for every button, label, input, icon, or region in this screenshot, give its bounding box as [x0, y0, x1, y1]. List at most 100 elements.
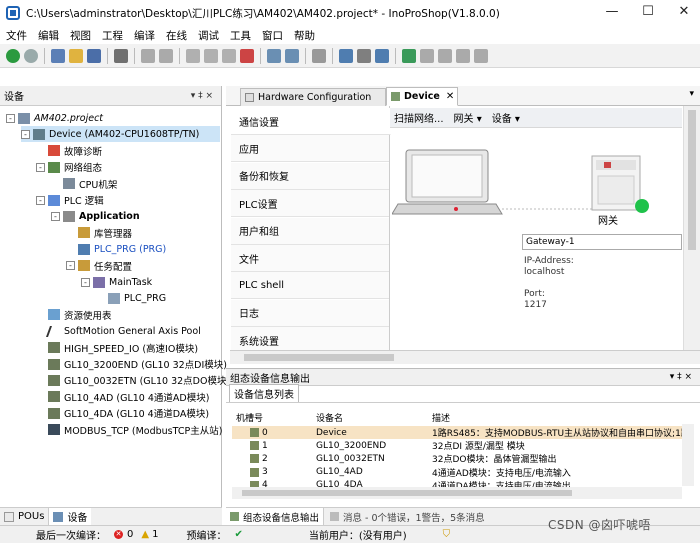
collapse-toggle[interactable]: -	[36, 162, 45, 172]
undo-icon[interactable]	[141, 48, 155, 63]
menu-view[interactable]: 视图	[70, 28, 91, 43]
collapse-toggle[interactable]: -	[81, 277, 90, 287]
redo-icon[interactable]	[159, 48, 173, 63]
replace-icon[interactable]	[285, 48, 299, 63]
tree-node[interactable]: SoftMotion General Axis Pool	[36, 323, 201, 339]
tree-node[interactable]: GL10_0032ETN (GL10 32点DO模块)	[36, 372, 230, 388]
menu-debug[interactable]: 调试	[198, 28, 219, 43]
collapse-toggle[interactable]: -	[6, 113, 15, 123]
tree-node[interactable]: - 任务配置	[66, 258, 132, 274]
subtab-device-info-list[interactable]: 设备信息列表	[229, 384, 299, 402]
tree-node[interactable]: - Device (AM402-CPU1608TP/TN)	[21, 126, 220, 143]
build-icon[interactable]	[339, 48, 353, 63]
back-icon[interactable]	[6, 48, 20, 63]
insert-icon[interactable]	[357, 48, 371, 63]
minimize-button[interactable]: —	[602, 4, 622, 19]
tree-node[interactable]: MODBUS_TCP (ModbusTCP主从站)	[36, 422, 222, 438]
menu-window[interactable]: 窗口	[262, 28, 283, 43]
device-settings-tab[interactable]: PLC设置	[231, 190, 389, 218]
open-icon[interactable]	[69, 48, 83, 63]
menu-project[interactable]: 工程	[102, 28, 123, 43]
hscroll-thumb[interactable]	[244, 354, 394, 361]
tree-node[interactable]: HIGH_SPEED_IO (高速IO模块)	[36, 340, 198, 356]
device-settings-tab[interactable]: PLC shell	[231, 272, 389, 300]
output-scrollbar[interactable]	[682, 424, 694, 486]
login-icon[interactable]	[402, 48, 416, 63]
table-row[interactable]: 3 GL10_4AD 4通道AD模块：支持电压/电流输入	[232, 466, 682, 479]
editor-hscrollbar[interactable]	[230, 350, 700, 364]
tab-device-output[interactable]: 组态设备信息输出	[226, 508, 325, 525]
tree-node[interactable]: 故障诊断	[36, 143, 102, 159]
output-panel-controls[interactable]: ▾ ‡ ×	[670, 372, 692, 382]
forward-icon[interactable]	[24, 48, 38, 63]
col-slot[interactable]: 机槽号	[236, 411, 263, 424]
tab-list-chevron-icon[interactable]: ▾	[689, 89, 694, 99]
tree-node[interactable]: - AM402.project	[6, 110, 103, 126]
menu-edit[interactable]: 编辑	[38, 28, 59, 43]
save-icon[interactable]	[87, 48, 101, 63]
tab-hardware-configuration[interactable]: Hardware Configuration	[240, 88, 386, 106]
tree-node[interactable]: PLC_PRG (PRG)	[66, 241, 166, 257]
copy-icon[interactable]	[204, 48, 218, 63]
delete-icon[interactable]	[240, 48, 254, 63]
logout-icon[interactable]	[420, 48, 434, 63]
gateway-menu[interactable]: 网关 ▾	[454, 110, 482, 125]
tree-node[interactable]: CPU机架	[51, 176, 117, 192]
gateway-select[interactable]: Gateway-1	[522, 234, 682, 250]
tab-devices[interactable]: 设备	[49, 508, 92, 525]
collapse-toggle[interactable]: -	[51, 211, 60, 221]
close-tab-icon[interactable]: ✕	[446, 91, 454, 102]
col-description[interactable]: 描述	[432, 411, 450, 424]
scroll-thumb[interactable]	[688, 110, 696, 250]
table-row[interactable]: 0 Device 1路RS485：支持MODBUS-RTU主从站协议和自由串口协议;…	[232, 426, 682, 439]
tree-node[interactable]: PLC_PRG	[96, 290, 166, 306]
stop-icon[interactable]	[456, 48, 470, 63]
device-settings-tab[interactable]: 通信设置	[231, 108, 391, 135]
device-settings-tab[interactable]: 备份和恢复	[231, 162, 389, 190]
output-hscrollbar[interactable]	[232, 487, 682, 499]
editor-scrollbar[interactable]	[683, 106, 700, 350]
tree-node[interactable]: - Application	[51, 208, 140, 224]
tree-node[interactable]: - PLC 逻辑	[36, 192, 104, 208]
tree-node[interactable]: GL10_3200END (GL10 32点DI模块)	[36, 356, 227, 372]
new-icon[interactable]	[51, 48, 65, 63]
collapse-toggle[interactable]: -	[36, 195, 45, 205]
collapse-toggle[interactable]: -	[66, 261, 75, 271]
menu-build[interactable]: 编译	[134, 28, 155, 43]
download-icon[interactable]	[375, 48, 389, 63]
device-settings-tab[interactable]: 文件	[231, 245, 389, 272]
device-settings-tab[interactable]: 应用	[231, 135, 389, 163]
device-menu[interactable]: 设备 ▾	[492, 110, 520, 125]
table-row[interactable]: 2 GL10_0032ETN 32点DO模块：晶体管漏型输出	[232, 452, 682, 465]
tab-device[interactable]: Device ✕	[386, 87, 458, 106]
collapse-toggle[interactable]: -	[21, 129, 30, 139]
paste-icon[interactable]	[222, 48, 236, 63]
run-icon[interactable]	[438, 48, 452, 63]
reset-icon[interactable]	[474, 48, 488, 63]
table-row[interactable]: 1 GL10_3200END 32点DI 源型/漏型 模块	[232, 439, 682, 452]
close-button[interactable]: ✕	[674, 4, 694, 19]
tree-node[interactable]: - MainTask	[81, 274, 152, 290]
print-icon[interactable]	[114, 48, 128, 63]
panel-controls[interactable]: ▾ ‡ ×	[191, 91, 213, 101]
tree-node[interactable]: GL10_4AD (GL10 4通道AD模块)	[36, 389, 209, 405]
menu-file[interactable]: 文件	[6, 28, 27, 43]
cut-icon[interactable]	[186, 48, 200, 63]
tree-node[interactable]: 资源使用表	[36, 307, 112, 323]
scan-network-button[interactable]: 扫描网络...	[394, 110, 444, 125]
device-settings-tab[interactable]: 用户和组	[231, 217, 389, 245]
tab-messages[interactable]: 消息 - 0个错误，1警告，5条消息	[324, 510, 491, 524]
tree-node[interactable]: GL10_4DA (GL10 4通道DA模块)	[36, 405, 209, 421]
device-settings-tab[interactable]: 日志	[231, 299, 389, 327]
col-device-name[interactable]: 设备名	[316, 411, 343, 424]
tree-node[interactable]: - 网络组态	[36, 159, 102, 175]
menu-help[interactable]: 帮助	[294, 28, 315, 43]
find-icon[interactable]	[267, 48, 281, 63]
tree-node[interactable]: 库管理器	[66, 225, 132, 241]
menu-online[interactable]: 在线	[166, 28, 187, 43]
tab-pous[interactable]: POUs	[0, 508, 50, 525]
menu-tools[interactable]: 工具	[230, 28, 251, 43]
bookmark-icon[interactable]	[312, 48, 326, 63]
maximize-button[interactable]: ☐	[638, 4, 658, 19]
output-hscroll-thumb[interactable]	[242, 490, 572, 496]
